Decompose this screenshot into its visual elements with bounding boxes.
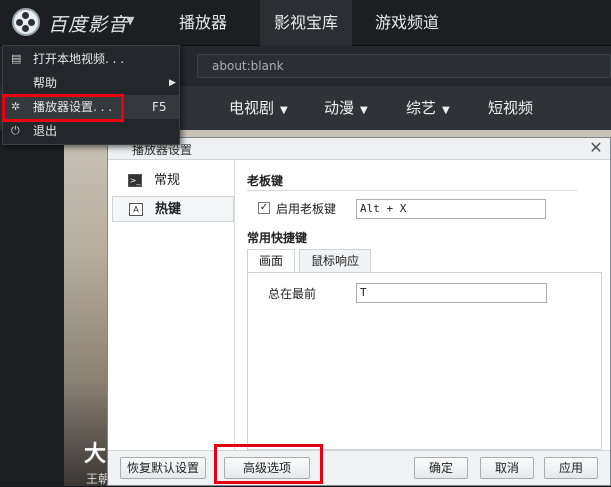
tab-picture[interactable]: 画面 <box>247 249 295 273</box>
category-short-video[interactable]: 短视频 <box>488 86 533 130</box>
dialog-titlebar: 播放器设置 ✕ <box>108 138 610 160</box>
boss-key-enable-label: 启用老板键 <box>276 202 337 216</box>
menu-item-shortcut: F5 <box>152 100 167 114</box>
category-label: 动漫 <box>324 99 355 117</box>
tab-video-library[interactable]: 影视宝库 <box>260 0 352 46</box>
menu-item-open-local-video[interactable]: ▤ 打开本地视频. . . <box>3 47 179 71</box>
dialog-footer: 恢复默认设置 高级选项 确定 取消 应用 <box>108 450 610 485</box>
boss-key-section-title: 老板键 <box>247 174 284 188</box>
cancel-button[interactable]: 取消 <box>480 457 534 479</box>
menu-item-label: 帮助 <box>33 76 58 90</box>
close-icon[interactable]: ✕ <box>586 138 606 157</box>
sidebar-item-label: 常规 <box>154 173 181 188</box>
always-on-top-label: 总在最前 <box>268 287 317 301</box>
divider <box>247 190 577 191</box>
power-icon: ⏻ <box>11 124 20 137</box>
settings-content: 老板键 ✓ 启用老板键 Alt + X 常用快捷键 画面 鼠标响应 总在最前 T <box>236 160 610 450</box>
category-label: 电视剧 <box>229 99 275 117</box>
settings-sidebar: >_ 常规 A 热键 <box>108 160 235 450</box>
restore-default-button[interactable]: 恢复默认设置 <box>120 457 206 479</box>
settings-dialog: 播放器设置 ✕ >_ 常规 A 热键 老板键 ✓ 启用老板键 Alt + X 常… <box>107 137 611 486</box>
apply-button[interactable]: 应用 <box>544 457 598 479</box>
category-tv-series[interactable]: 电视剧 ▼ <box>229 86 288 130</box>
poster-title: 大 <box>84 442 107 467</box>
chevron-down-icon: ▼ <box>360 105 368 116</box>
chevron-down-icon: ▼ <box>280 105 288 116</box>
advanced-options-highlight <box>214 444 323 484</box>
left-column <box>0 130 64 486</box>
category-variety[interactable]: 综艺 ▼ <box>406 86 450 130</box>
sidebar-item-hotkeys[interactable]: A 热键 <box>112 196 234 222</box>
tab-player[interactable]: 播放器 <box>160 0 246 46</box>
shortcut-panel: 总在最前 T <box>247 272 602 450</box>
app-logo-icon[interactable] <box>12 8 40 36</box>
sidebar-item-label: 热键 <box>155 202 182 217</box>
menu-item-exit[interactable]: ⏻ 退出 <box>3 119 179 143</box>
address-input[interactable]: about:blank <box>197 54 611 78</box>
brand-dropdown-icon[interactable]: ▼ <box>126 14 134 27</box>
common-shortcuts-section-title: 常用快捷键 <box>247 231 308 245</box>
player-settings-highlight <box>2 94 124 122</box>
always-on-top-input[interactable]: T <box>356 283 547 303</box>
top-bar: 百度影音 ▼ 播放器 影视宝库 游戏频道 <box>0 0 611 46</box>
boss-key-checkbox[interactable]: ✓ <box>258 202 270 214</box>
boss-key-input[interactable]: Alt + X <box>356 199 546 219</box>
tab-game-channel[interactable]: 游戏频道 <box>360 0 454 46</box>
file-icon: ▤ <box>11 52 22 65</box>
menu-item-label: 退出 <box>33 124 58 138</box>
menu-item-label: 打开本地视频. . . <box>33 52 125 66</box>
ok-button[interactable]: 确定 <box>414 457 468 479</box>
chevron-right-icon: ▶ <box>169 78 176 88</box>
menu-item-help[interactable]: 帮助 ▶ <box>3 71 179 95</box>
keyboard-key-icon: A <box>129 203 143 216</box>
terminal-icon: >_ <box>128 174 142 187</box>
sidebar-item-general[interactable]: >_ 常规 <box>112 168 234 194</box>
category-anime[interactable]: 动漫 ▼ <box>324 86 368 130</box>
brand-title[interactable]: 百度影音 <box>48 10 128 37</box>
category-label: 综艺 <box>406 99 437 117</box>
tab-mouse-response[interactable]: 鼠标响应 <box>299 249 371 273</box>
chevron-down-icon: ▼ <box>442 105 450 116</box>
